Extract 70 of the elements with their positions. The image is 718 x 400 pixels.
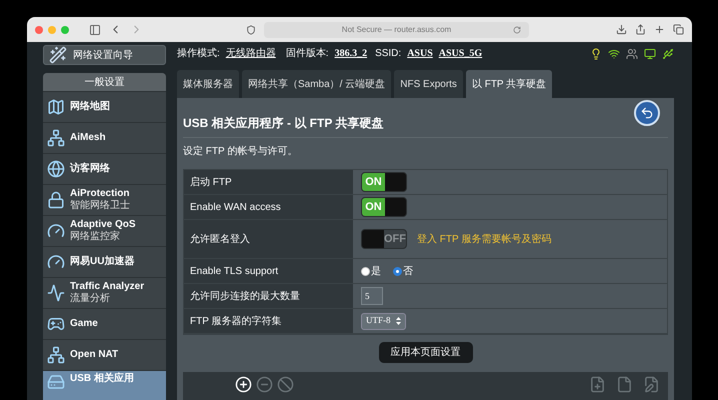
shield-icon (246, 24, 256, 34)
input-field[interactable]: 5 (361, 287, 383, 305)
row-label: 允许匿名登入 (184, 220, 353, 258)
apply-button[interactable]: 应用本页面设置 (378, 342, 472, 363)
item-sublabel: 流量分析 (70, 293, 111, 305)
radio-button[interactable] (393, 266, 402, 276)
download-icon[interactable] (616, 24, 627, 35)
mode-label: 操作模式: (177, 46, 220, 61)
section-header: 一般设置 (43, 73, 166, 91)
radio-label: 否 (403, 264, 413, 278)
item-label: Adaptive QoS (70, 219, 136, 230)
toggle-label: OFF (384, 230, 406, 248)
row-label: 允许同步连接的最大数量 (184, 284, 353, 308)
network-icon (47, 346, 65, 364)
globe-icon (47, 160, 65, 178)
panel-title: USB 相关应用程序 - 以 FTP 共享硬盘 (183, 115, 384, 132)
sidebar-icon[interactable] (89, 24, 101, 36)
reload-icon[interactable] (513, 26, 521, 34)
tab[interactable]: 媒体服务器 (177, 70, 239, 98)
ssid-link[interactable]: ASUS (407, 46, 433, 61)
new-tab-icon[interactable] (654, 24, 665, 35)
item-label: Open NAT (70, 349, 118, 361)
item-label: 访客网络 (70, 163, 110, 175)
gauge-icon (47, 253, 65, 271)
ssid-label: SSID: (375, 47, 402, 61)
item-label: AiMesh (70, 132, 106, 144)
gauge-icon (47, 222, 65, 240)
row-label: 启动 FTP (184, 170, 353, 194)
row-label: FTP 服务器的字符集 (184, 309, 353, 333)
tab[interactable]: 以 FTP 共享硬盘 (466, 70, 552, 98)
item-label: 网络地图 (70, 101, 110, 113)
file-icon[interactable] (616, 376, 633, 393)
row-label: Enable WAN access (184, 195, 353, 219)
file-plus-icon[interactable] (589, 376, 606, 393)
item-label: Game (70, 318, 98, 330)
users-icon[interactable] (626, 48, 638, 60)
panel-description: 设定 FTP 的帐号与许可。 (183, 144, 298, 159)
hint-text: 登入 FTP 服务需要帐号及密码 (417, 232, 552, 246)
ssid-link[interactable]: ASUS_5G (438, 46, 482, 61)
tab[interactable]: 网络共享（Samba）/ 云端硬盘 (242, 70, 392, 98)
monitor-icon[interactable] (644, 48, 656, 60)
updown-icon (396, 317, 401, 325)
wifi-icon[interactable] (608, 48, 620, 60)
tabs-icon[interactable] (673, 24, 684, 35)
item-sublabel: 智能网络卫士 (70, 200, 130, 212)
toggle-label: ON (362, 173, 385, 191)
share-icon[interactable] (635, 24, 646, 35)
item-label: 网易UU加速器 (70, 256, 134, 268)
add-icon[interactable] (235, 376, 252, 393)
file-edit-icon[interactable] (643, 376, 660, 393)
pulse-icon (47, 284, 65, 302)
mode-link[interactable]: 无线路由器 (226, 46, 276, 61)
usb-icon[interactable] (662, 48, 674, 60)
charset-select[interactable]: UTF-8 (361, 312, 406, 330)
toggle-label: ON (362, 198, 385, 216)
tab[interactable]: NFS Exports (394, 70, 463, 98)
bulb-icon[interactable] (590, 48, 602, 60)
gamepad-icon (47, 315, 65, 333)
setup-wizard-button[interactable]: 网络设置向导 (43, 45, 166, 65)
item-sublabel: 网络监控家 (70, 231, 121, 243)
firmware-link[interactable]: 386.3_2 (334, 46, 368, 61)
address-text: Not Secure — router.asus.com (342, 24, 452, 36)
sidebar-item[interactable]: USB 相关应用 (43, 370, 166, 400)
firmware-label: 固件版本: (286, 46, 329, 61)
radio-button[interactable] (361, 266, 370, 276)
item-label: AiProtection (70, 188, 130, 200)
item-label: USB 相关应用 (70, 373, 134, 385)
row-label: Enable TLS support (184, 259, 353, 283)
item-label: Traffic Analyzer (70, 281, 144, 292)
radio-label: 是 (371, 264, 381, 278)
